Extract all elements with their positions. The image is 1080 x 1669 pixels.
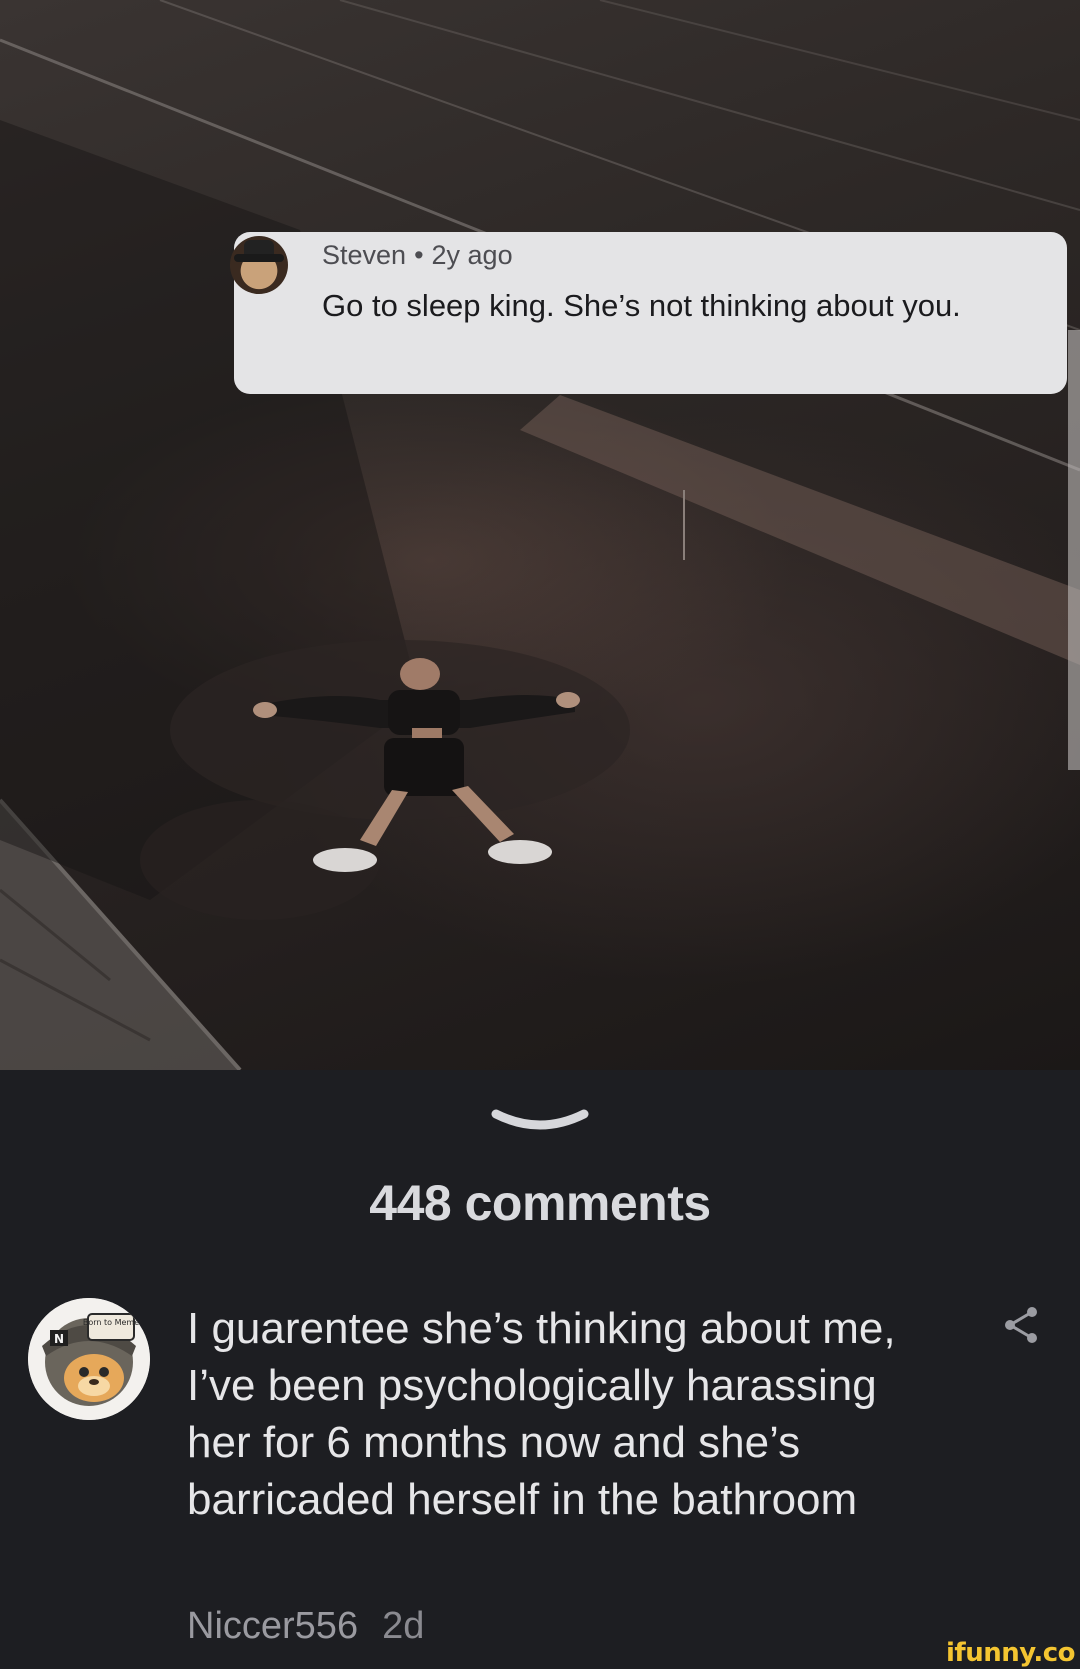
comments-count: 448 comments (369, 1175, 711, 1231)
comment-age: 2d (382, 1605, 425, 1647)
avatar-badge-text: Born to Meme (83, 1318, 139, 1327)
otter-avatar-icon: Born to Meme N (28, 1298, 150, 1420)
share-icon[interactable] (1000, 1304, 1042, 1346)
embedded-comment-age: 2y ago (431, 240, 513, 270)
embedded-comment-meta: Steven • 2y ago (322, 240, 513, 271)
avatar[interactable]: Born to Meme N (28, 1298, 150, 1420)
meta-separator: • (414, 240, 424, 270)
embedded-comment-text: Go to sleep king. She’s not thinking abo… (322, 288, 961, 323)
comment-text: I guarentee she’s thinking about me, I’v… (187, 1304, 896, 1524)
embedded-comment-card: Steven • 2y ago Go to sleep king. She’s no… (230, 232, 1067, 394)
chevron-down-icon[interactable] (490, 1104, 590, 1144)
avatar (230, 236, 288, 294)
avatar-letter: N (54, 1332, 64, 1346)
street-scene-illustration (0, 0, 1080, 1070)
comments-panel: 448 comments Born to Meme N I guarentee … (0, 1070, 1080, 1669)
watermark-logo: ifunny.co (946, 1638, 1075, 1668)
comment-author-line: Niccer556 2d (187, 1605, 424, 1648)
comment-author[interactable]: Niccer556 (187, 1605, 358, 1647)
embedded-comment-username: Steven (322, 240, 407, 270)
meme-photo: Steven • 2y ago Go to sleep king. She’s no… (0, 0, 1080, 1070)
